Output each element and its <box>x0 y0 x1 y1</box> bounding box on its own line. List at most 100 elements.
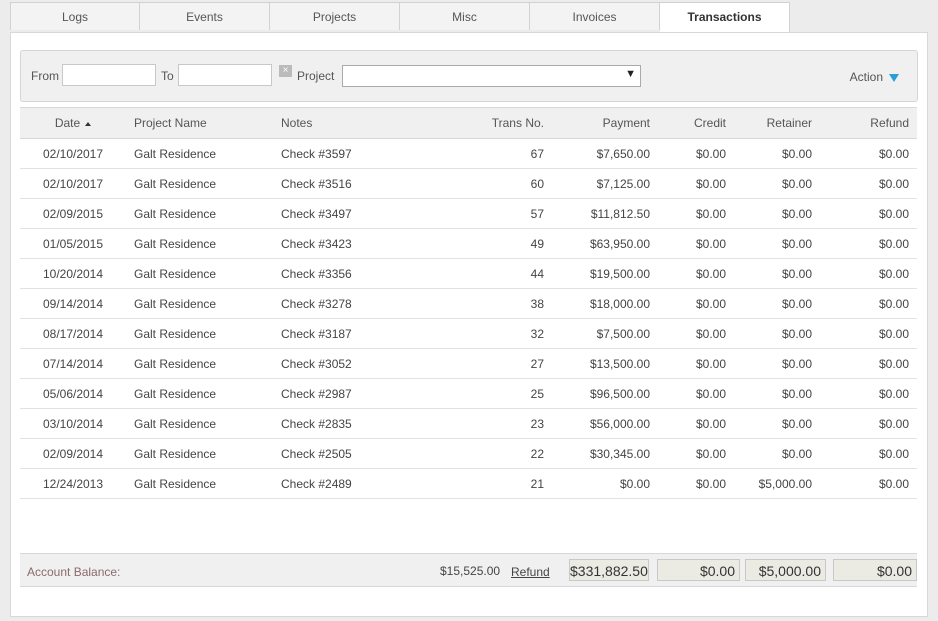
cell-refund: $0.00 <box>820 168 917 199</box>
to-date-input[interactable] <box>178 64 272 86</box>
from-label: From <box>31 69 59 83</box>
tab-transactions[interactable]: Transactions <box>660 2 790 32</box>
table-row[interactable]: 02/10/2017 Galt Residence Check #3516 60… <box>20 168 917 199</box>
column-header-date-label: Date <box>54 116 81 130</box>
cell-refund: $0.00 <box>820 228 917 259</box>
project-select[interactable]: ▼ <box>342 65 641 87</box>
cell-retainer: $0.00 <box>734 258 820 289</box>
cell-credit: $0.00 <box>658 228 734 259</box>
cell-notes: Check #3356 <box>273 258 437 289</box>
cell-trans-no: 38 <box>437 288 552 319</box>
column-header-credit[interactable]: Credit <box>658 107 734 139</box>
cell-project: Galt Residence <box>126 258 273 289</box>
column-header-notes[interactable]: Notes <box>273 107 437 139</box>
cell-notes: Check #3597 <box>273 138 437 169</box>
table-row[interactable]: 08/17/2014 Galt Residence Check #3187 32… <box>20 318 917 349</box>
table-row[interactable]: 02/09/2015 Galt Residence Check #3497 57… <box>20 198 917 229</box>
cell-date: 02/10/2017 <box>20 138 126 169</box>
column-header-date[interactable]: Date <box>20 107 126 139</box>
cell-project: Galt Residence <box>126 228 273 259</box>
cell-refund: $0.00 <box>820 318 917 349</box>
cell-refund: $0.00 <box>820 258 917 289</box>
tab-events[interactable]: Events <box>140 2 270 30</box>
total-refund: $0.00 <box>833 559 917 581</box>
account-balance-bar: Account Balance: $15,525.00 Refund $331,… <box>20 553 917 587</box>
cell-project: Galt Residence <box>126 438 273 469</box>
cell-notes: Check #3516 <box>273 168 437 199</box>
account-balance-value: $15,525.00 <box>440 564 501 578</box>
cell-project: Galt Residence <box>126 288 273 319</box>
table-row[interactable]: 02/10/2017 Galt Residence Check #3597 67… <box>20 138 917 169</box>
cell-date: 09/14/2014 <box>20 288 126 319</box>
cell-refund: $0.00 <box>820 468 917 499</box>
table-row[interactable]: 02/09/2014 Galt Residence Check #2505 22… <box>20 438 917 469</box>
triangle-down-icon <box>889 73 899 82</box>
cell-credit: $0.00 <box>658 378 734 409</box>
column-header-payment[interactable]: Payment <box>552 107 658 139</box>
tab-invoices[interactable]: Invoices <box>530 2 660 30</box>
cell-credit: $0.00 <box>658 438 734 469</box>
table-row[interactable]: 07/14/2014 Galt Residence Check #3052 27… <box>20 348 917 379</box>
cell-project: Galt Residence <box>126 318 273 349</box>
cell-retainer: $0.00 <box>734 378 820 409</box>
column-header-refund[interactable]: Refund <box>820 107 917 139</box>
clear-date-icon[interactable]: × <box>279 65 292 77</box>
cell-payment: $96,500.00 <box>552 378 658 409</box>
cell-notes: Check #2489 <box>273 468 437 499</box>
cell-project: Galt Residence <box>126 408 273 439</box>
cell-date: 12/24/2013 <box>20 468 126 499</box>
table-row[interactable]: 09/14/2014 Galt Residence Check #3278 38… <box>20 288 917 319</box>
tab-logs[interactable]: Logs <box>10 2 140 30</box>
cell-payment: $7,125.00 <box>552 168 658 199</box>
column-header-retainer[interactable]: Retainer <box>734 107 820 139</box>
cell-retainer: $0.00 <box>734 198 820 229</box>
column-header-trans-no[interactable]: Trans No. <box>437 107 552 139</box>
account-balance-label: Account Balance: <box>27 565 121 579</box>
cell-date: 07/14/2014 <box>20 348 126 379</box>
cell-trans-no: 22 <box>437 438 552 469</box>
cell-refund: $0.00 <box>820 288 917 319</box>
table-row[interactable]: 12/24/2013 Galt Residence Check #2489 21… <box>20 468 917 499</box>
cell-credit: $0.00 <box>658 258 734 289</box>
cell-notes: Check #3278 <box>273 288 437 319</box>
cell-retainer: $0.00 <box>734 228 820 259</box>
cell-trans-no: 57 <box>437 198 552 229</box>
cell-credit: $0.00 <box>658 198 734 229</box>
cell-notes: Check #2987 <box>273 378 437 409</box>
cell-trans-no: 27 <box>437 348 552 379</box>
cell-trans-no: 49 <box>437 228 552 259</box>
cell-retainer: $0.00 <box>734 138 820 169</box>
total-payment: $331,882.50 <box>569 559 649 581</box>
table-row[interactable]: 10/20/2014 Galt Residence Check #3356 44… <box>20 258 917 289</box>
cell-retainer: $0.00 <box>734 288 820 319</box>
table-row[interactable]: 01/05/2015 Galt Residence Check #3423 49… <box>20 228 917 259</box>
cell-retainer: $0.00 <box>734 318 820 349</box>
tab-projects[interactable]: Projects <box>270 2 400 30</box>
cell-notes: Check #2505 <box>273 438 437 469</box>
cell-project: Galt Residence <box>126 348 273 379</box>
cell-credit: $0.00 <box>658 318 734 349</box>
tab-misc[interactable]: Misc <box>400 2 530 30</box>
cell-credit: $0.00 <box>658 348 734 379</box>
cell-notes: Check #2835 <box>273 408 437 439</box>
filter-bar: From To × Project ▼ Action <box>20 50 918 102</box>
cell-credit: $0.00 <box>658 408 734 439</box>
action-menu-button[interactable]: Action <box>850 70 899 84</box>
cell-trans-no: 60 <box>437 168 552 199</box>
cell-refund: $0.00 <box>820 378 917 409</box>
cell-notes: Check #3497 <box>273 198 437 229</box>
sort-ascending-icon <box>85 121 92 126</box>
cell-trans-no: 23 <box>437 408 552 439</box>
cell-refund: $0.00 <box>820 408 917 439</box>
column-header-project[interactable]: Project Name <box>126 107 273 139</box>
table-header-row: Date Project Name Notes Trans No. Paymen… <box>20 107 917 139</box>
table-row[interactable]: 05/06/2014 Galt Residence Check #2987 25… <box>20 378 917 409</box>
cell-date: 02/09/2014 <box>20 438 126 469</box>
cell-trans-no: 25 <box>437 378 552 409</box>
table-row[interactable]: 03/10/2014 Galt Residence Check #2835 23… <box>20 408 917 439</box>
refund-link[interactable]: Refund <box>511 565 550 579</box>
from-date-input[interactable] <box>62 64 156 86</box>
cell-credit: $0.00 <box>658 468 734 499</box>
transactions-panel: From To × Project ▼ Action Date Project … <box>10 32 928 617</box>
dropdown-arrow-icon: ▼ <box>625 68 636 80</box>
